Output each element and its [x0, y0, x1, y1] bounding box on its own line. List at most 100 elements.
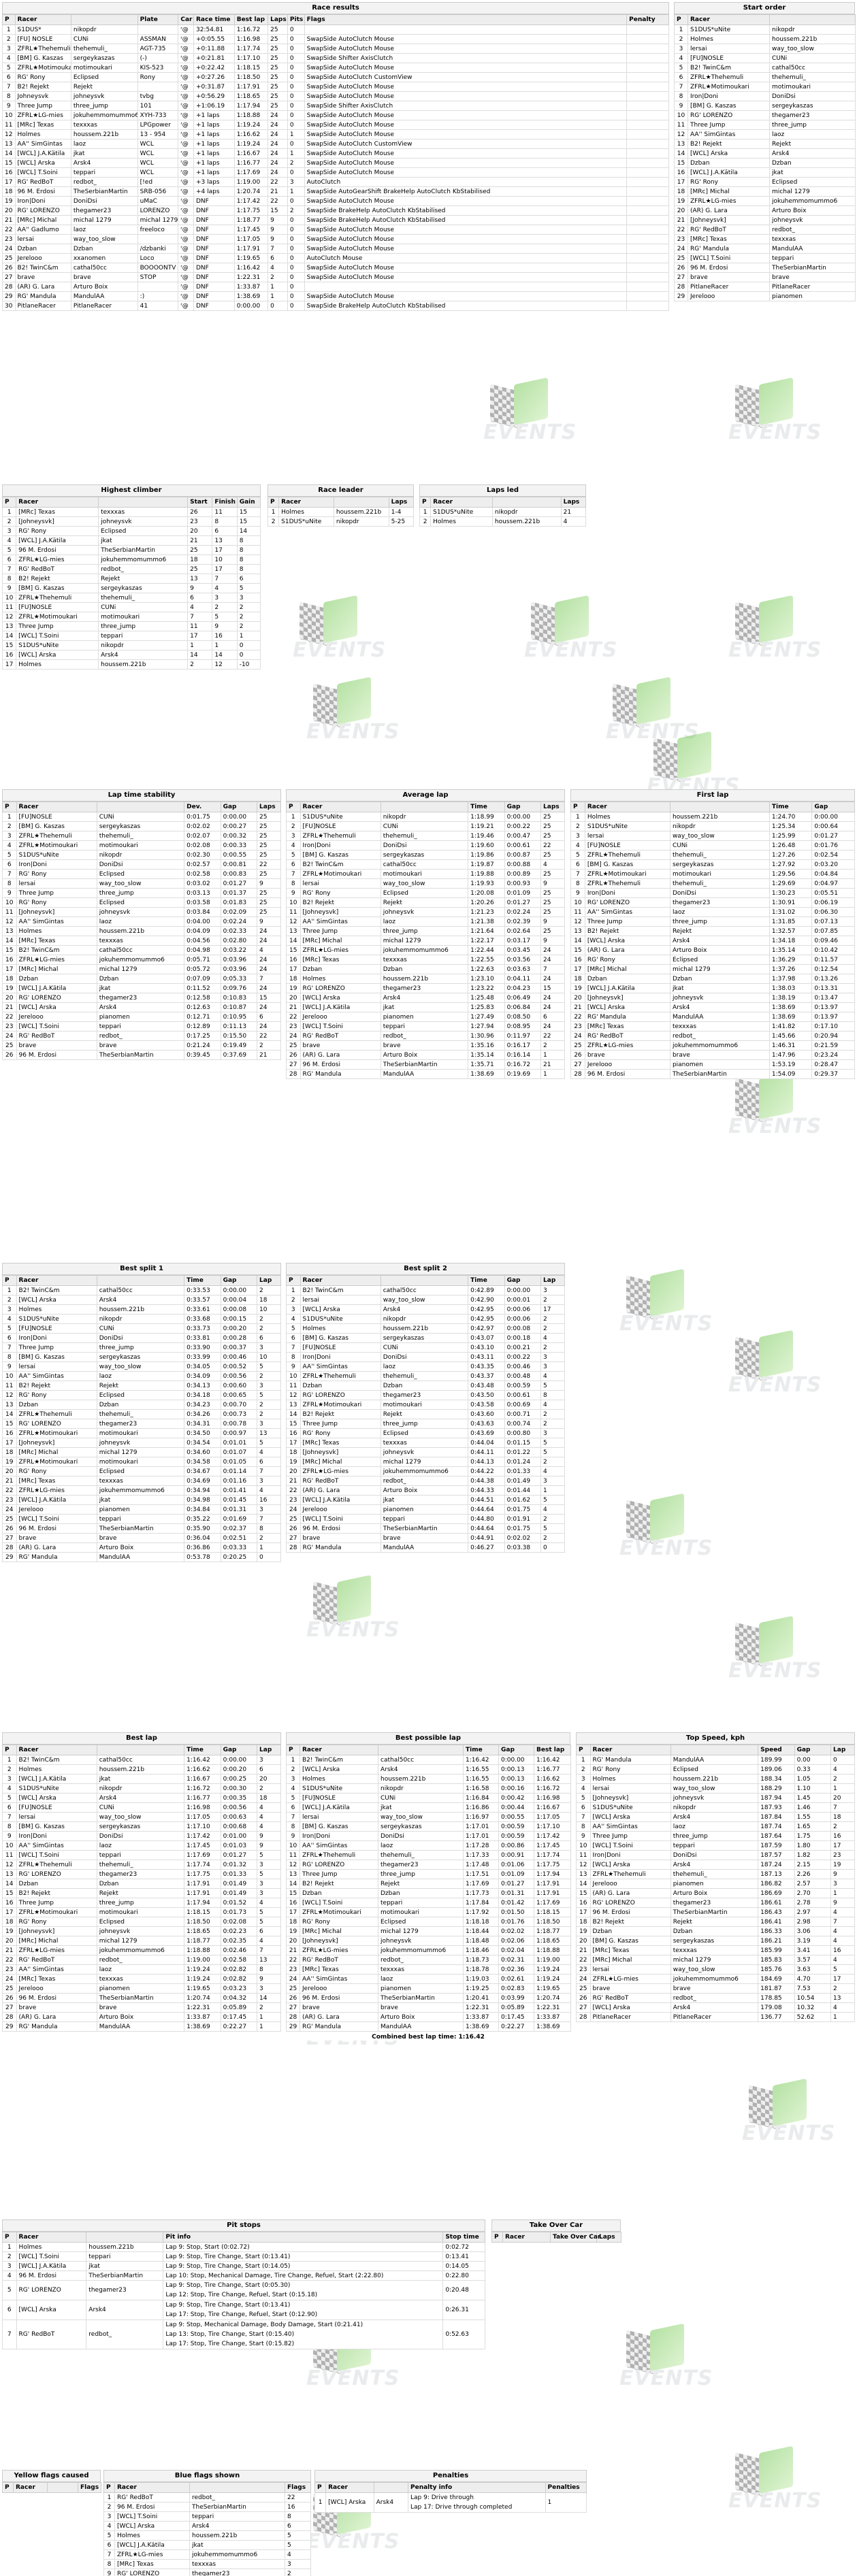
table-cell: 3 — [830, 1879, 855, 1889]
table-cell: three_jump — [378, 1869, 464, 1879]
table-cell: +1 laps — [193, 120, 235, 130]
table-row: 1 B2! TwinC&m cathal50cc 0:42.89 0:00.00 3 — [286, 1285, 565, 1295]
table-cell: 2 — [286, 1764, 300, 1774]
table-cell: nikopdr — [769, 24, 856, 35]
table-cell: [WCL] Arska — [584, 1002, 670, 1012]
table-cell: 1:22.31 — [233, 272, 269, 282]
table-cell: 5 — [103, 2530, 115, 2541]
table-cell: 1:35.14 — [769, 945, 813, 955]
table-cell: (AR) G. Lara — [16, 2012, 97, 2022]
table-cell: 1 — [540, 1485, 565, 1496]
table-cell: 0:02.58 — [184, 869, 221, 879]
table-cell: 186.69 — [758, 1888, 795, 1898]
table-cell: 0:01.75 — [504, 1504, 542, 1515]
table-row: 2 Holmes houssem.221b 1:16.62 0:00.20 6 — [2, 1764, 281, 1774]
table-cell: AA'' SimGintas — [688, 129, 770, 139]
table-cell: brave — [670, 1983, 759, 1994]
table-row: 9 [BM] G. Kaszas sergeykaszas — [674, 101, 856, 111]
green-flag-icon — [773, 2078, 807, 2127]
table-cell: 0:01.09 — [504, 888, 542, 898]
table-row: 20 [BM] G. Kaszas sergeykaszas 186.21 3.19 4 — [576, 1936, 855, 1946]
table-cell: [WCL] Arska — [584, 936, 670, 946]
table-cell: 15 — [286, 945, 301, 955]
table-row: 29 RG' Mandula MandulAA:) ʳ@ DNF 1:38.69 1 0 Swa… — [2, 291, 669, 301]
table-row: 20 [Johneysvk] johneysvk 1:38.19 0:13.47 — [570, 993, 855, 1003]
table-cell: 0:01.00 — [220, 1831, 258, 1841]
table-cell: 2 — [540, 1419, 565, 1429]
table-cell: Arsk4 — [98, 650, 189, 660]
table-cell: 0:05.89 — [220, 2002, 258, 2013]
table-cell: Holmes — [589, 1774, 671, 1784]
table-cell: 1.46 — [794, 1802, 832, 1813]
table-cell: 1:17.69 — [463, 1879, 499, 1889]
average-lap-table: P Racer Time Gap Laps 1 S1DUS*uNite nikopdr 1:18… — [286, 802, 565, 1079]
table-cell: [MRc] Texas — [300, 1964, 378, 1975]
watermark-text: EVENTS — [483, 420, 577, 444]
table-cell: 2.70 — [794, 1888, 832, 1898]
table-row: 23 [WCL] J.A.Kätila jkat 0:34.98 0:01.45 16 — [2, 1495, 281, 1505]
column-header: P — [286, 802, 301, 812]
table-cell: 0:06.49 — [504, 993, 542, 1003]
table-cell: 1:54.09 — [769, 1069, 813, 1079]
table-cell: 0:03.63 — [504, 964, 542, 974]
table-cell: houssem.221b — [378, 1774, 464, 1784]
table-cell — [304, 282, 628, 292]
table-cell: 1 — [576, 1755, 591, 1765]
table-cell: 0:00.61 — [504, 840, 542, 851]
table-cell: 2 — [103, 2502, 115, 2512]
table-cell: 0:00.48 — [504, 1371, 542, 1381]
table-cell: BOOOONTV — [137, 263, 179, 273]
table-cell: 24 — [540, 955, 565, 965]
table-cell: 26 — [286, 1050, 301, 1060]
table-row: 28 (AR) G. Lara Arturo Boix 1:33.87 0:17.45 1… — [286, 2012, 571, 2022]
table-cell: 4 — [1, 535, 17, 546]
table-cell: 1:17.91 — [534, 1888, 571, 1898]
table-cell: 27 — [286, 2002, 300, 2013]
table-cell: michal 1279 — [70, 215, 138, 225]
table-cell: houssem.221b — [380, 1323, 469, 1334]
table-cell: 25 — [286, 1983, 300, 1994]
table-cell: TheSerbianMartin — [669, 1069, 770, 1079]
table-cell: 19 — [286, 983, 301, 993]
table-cell: Holmes — [430, 516, 493, 527]
table-cell: B2! Rejekt — [300, 1409, 381, 1419]
table-cell: 9 — [674, 101, 688, 111]
table-cell: SwapSide AutoClutch Mouse — [304, 196, 628, 206]
table-row: 20 RG' LORENZO thegamer23 LORENZO ʳ@ DNF 1:17.… — [2, 205, 669, 216]
column-header: Flags — [285, 2482, 311, 2493]
table-cell — [626, 148, 669, 159]
table-cell: 0:15.50 — [220, 1031, 258, 1041]
table-cell: cathal50cc — [96, 1755, 185, 1765]
table-cell: 25 — [257, 850, 281, 860]
table-cell: [WCL] J.A.Kätila — [16, 983, 97, 993]
table-cell: Eclipsed — [96, 1917, 185, 1927]
table-cell: [FU] NOSLE — [14, 34, 71, 44]
table-row: 20 RG' LORENZO thegamer23 0:12.58 0:10.83 15 — [2, 993, 281, 1003]
column-header: Dev. — [184, 802, 221, 812]
table-cell: 27 — [2, 2002, 17, 2013]
table-cell: WCL — [137, 139, 179, 149]
header-row: P Racer Start Finish Gain — [1, 497, 261, 508]
table-cell: 5 — [212, 612, 238, 622]
table-cell: xxanomen — [70, 253, 138, 263]
table-cell: 4 — [560, 516, 587, 527]
table-cell: 1:18.88 — [534, 1945, 571, 1955]
table-cell: 0:26.31 — [442, 2300, 485, 2320]
table-cell: 2 — [540, 1295, 565, 1305]
table-row: 2 96 M. Erdosi TheSerbianMartin 16 — [103, 2502, 311, 2512]
table-cell: 1:18.46 — [463, 1945, 499, 1955]
table-cell: B2! Rejekt — [16, 1888, 97, 1898]
watermark-text: EVENTS — [728, 1114, 822, 1138]
table-cell: 1:18.99 — [468, 812, 505, 822]
table-cell: SwapSide AutoClutch Mouse — [304, 110, 628, 120]
table-cell: 3 — [2, 1304, 17, 1315]
table-cell: 25 — [268, 72, 288, 82]
table-row: 1 S1DUS* nikopdr ʳ@ 32:54.81 1:16.72 25 0 — [2, 24, 669, 35]
table-cell: +1 laps — [193, 110, 235, 120]
table-cell: 9 — [257, 1831, 281, 1841]
table-cell: Rejekt — [98, 574, 189, 584]
table-cell: 0:19.69 — [504, 1069, 542, 1079]
table-cell: 9 — [576, 1831, 591, 1841]
column-header — [47, 2482, 78, 2493]
table-cell: 26 — [576, 1993, 591, 2003]
